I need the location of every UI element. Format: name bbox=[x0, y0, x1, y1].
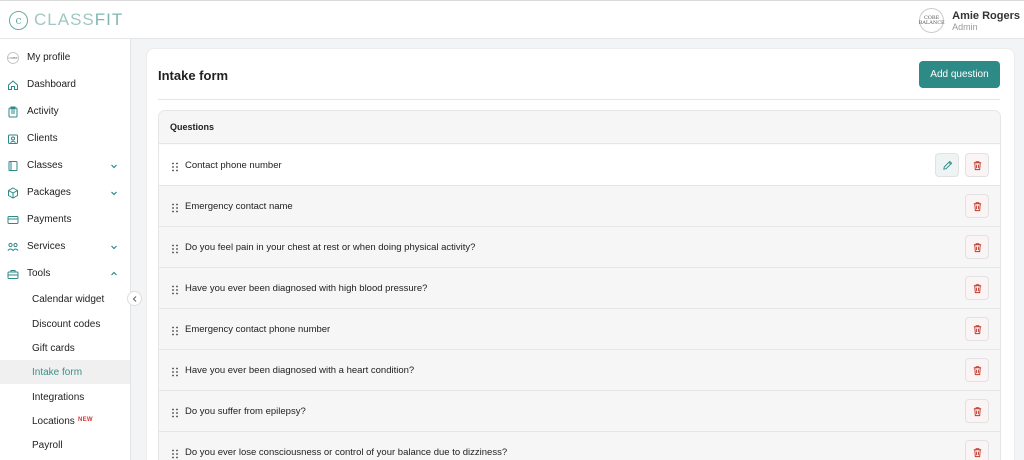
trash-icon bbox=[972, 447, 983, 458]
app-logo[interactable]: c CLASSFIT bbox=[9, 10, 123, 30]
delete-question-button[interactable] bbox=[965, 153, 989, 177]
divider bbox=[158, 99, 1000, 100]
top-bar: c CLASSFIT CORE BALANCE Amie Rogers Admi… bbox=[0, 0, 1024, 39]
sidebar-item-classes[interactable]: Classes bbox=[0, 152, 130, 179]
chevron-down-icon bbox=[111, 245, 117, 249]
page-title: Intake form bbox=[158, 68, 229, 83]
app-name: CLASSFIT bbox=[34, 10, 124, 29]
questions-table: Questions Contact phone number Emergency … bbox=[158, 110, 1001, 460]
edit-question-button[interactable] bbox=[935, 153, 959, 177]
chevron-down-icon bbox=[111, 164, 117, 168]
sidebar-collapse-button[interactable] bbox=[127, 291, 142, 306]
question-row[interactable]: Have you ever been diagnosed with high b… bbox=[159, 268, 1000, 309]
sidebar-item-activity[interactable]: Activity bbox=[0, 98, 130, 125]
intake-form-card: Intake form Add question Questions Conta… bbox=[146, 48, 1015, 460]
trash-icon bbox=[972, 324, 983, 335]
user-menu[interactable]: CORE BALANCE Amie Rogers Admin bbox=[919, 8, 1020, 33]
avatar: CORE BALANCE bbox=[919, 8, 945, 33]
questions-header: Questions bbox=[159, 111, 1000, 144]
question-text: Do you suffer from epilepsy? bbox=[185, 406, 306, 417]
sidebar-subitem-intake-form[interactable]: Intake form bbox=[0, 360, 130, 384]
question-text: Do you ever lose consciousness or contro… bbox=[185, 447, 508, 458]
home-icon bbox=[6, 78, 19, 91]
clipboard-icon bbox=[6, 105, 19, 118]
drag-handle-icon[interactable] bbox=[172, 282, 178, 295]
trash-icon bbox=[972, 283, 983, 294]
delete-question-button[interactable] bbox=[965, 358, 989, 382]
question-text: Have you ever been diagnosed with a hear… bbox=[185, 365, 415, 376]
user-role: Admin bbox=[952, 21, 978, 32]
drag-handle-icon[interactable] bbox=[172, 446, 178, 459]
question-row[interactable]: Do you suffer from epilepsy? bbox=[159, 391, 1000, 432]
trash-icon bbox=[972, 365, 983, 376]
sidebar-subitem-calendar-widget[interactable]: Calendar widget bbox=[0, 287, 130, 311]
question-row[interactable]: Contact phone number bbox=[159, 145, 1000, 186]
drag-handle-icon[interactable] bbox=[172, 241, 178, 254]
card-icon bbox=[6, 213, 19, 226]
logo-icon: c bbox=[9, 10, 28, 30]
trash-icon bbox=[972, 242, 983, 253]
delete-question-button[interactable] bbox=[965, 440, 989, 460]
trash-icon bbox=[972, 406, 983, 417]
delete-question-button[interactable] bbox=[965, 235, 989, 259]
book-icon bbox=[6, 159, 19, 172]
question-text: Emergency contact phone number bbox=[185, 324, 331, 335]
question-row[interactable]: Have you ever been diagnosed with a hear… bbox=[159, 350, 1000, 391]
sidebar-item-dashboard[interactable]: Dashboard bbox=[0, 71, 130, 98]
sidebar-subitem-gift-cards[interactable]: Gift cards bbox=[0, 336, 130, 360]
chevron-down-icon bbox=[111, 191, 117, 195]
profile-avatar-icon: CORE bbox=[6, 51, 19, 64]
pencil-icon bbox=[942, 160, 953, 171]
delete-question-button[interactable] bbox=[965, 317, 989, 341]
drag-handle-icon[interactable] bbox=[172, 405, 178, 418]
question-row[interactable]: Do you ever lose consciousness or contro… bbox=[159, 432, 1000, 460]
sidebar-subitem-discount-codes[interactable]: Discount codes bbox=[0, 312, 130, 336]
sidebar-subitem-locations[interactable]: Locations NEW bbox=[0, 409, 130, 433]
sidebar-item-my-profile[interactable]: CORE My profile bbox=[0, 44, 130, 71]
question-text: Emergency contact name bbox=[185, 201, 293, 212]
sidebar-subitem-integrations[interactable]: Integrations bbox=[0, 385, 130, 409]
delete-question-button[interactable] bbox=[965, 194, 989, 218]
delete-question-button[interactable] bbox=[965, 399, 989, 423]
drag-handle-icon[interactable] bbox=[172, 159, 178, 172]
svg-text:CORE: CORE bbox=[8, 56, 17, 60]
toolbox-icon bbox=[6, 267, 19, 280]
users-icon bbox=[6, 132, 19, 145]
sidebar: CORE My profile Dashboard Activity Clien… bbox=[0, 39, 131, 460]
delete-question-button[interactable] bbox=[965, 276, 989, 300]
sidebar-item-services[interactable]: Services bbox=[0, 233, 130, 260]
services-icon bbox=[6, 240, 19, 253]
vertical-scrollbar[interactable] bbox=[1018, 39, 1024, 460]
drag-handle-icon[interactable] bbox=[172, 200, 178, 213]
sidebar-item-tools[interactable]: Tools bbox=[0, 260, 130, 287]
question-row[interactable]: Emergency contact name bbox=[159, 186, 1000, 227]
question-text: Contact phone number bbox=[185, 160, 282, 171]
sidebar-subitem-payroll[interactable]: Payroll bbox=[0, 433, 130, 457]
question-row[interactable]: Do you feel pain in your chest at rest o… bbox=[159, 227, 1000, 268]
chevron-left-icon bbox=[132, 295, 136, 302]
sidebar-item-packages[interactable]: Packages bbox=[0, 179, 130, 206]
box-icon bbox=[6, 186, 19, 199]
drag-handle-icon[interactable] bbox=[172, 323, 178, 336]
question-text: Do you feel pain in your chest at rest o… bbox=[185, 242, 476, 253]
question-text: Have you ever been diagnosed with high b… bbox=[185, 283, 428, 294]
new-badge: NEW bbox=[78, 417, 93, 423]
sidebar-item-clients[interactable]: Clients bbox=[0, 125, 130, 152]
trash-icon bbox=[972, 201, 983, 212]
drag-handle-icon[interactable] bbox=[172, 364, 178, 377]
trash-icon bbox=[972, 160, 983, 171]
add-question-button[interactable]: Add question bbox=[919, 61, 1000, 88]
question-row[interactable]: Emergency contact phone number bbox=[159, 309, 1000, 350]
user-name: Amie Rogers bbox=[952, 9, 1020, 22]
chevron-up-icon bbox=[111, 271, 117, 275]
sidebar-item-payments[interactable]: Payments bbox=[0, 206, 130, 233]
